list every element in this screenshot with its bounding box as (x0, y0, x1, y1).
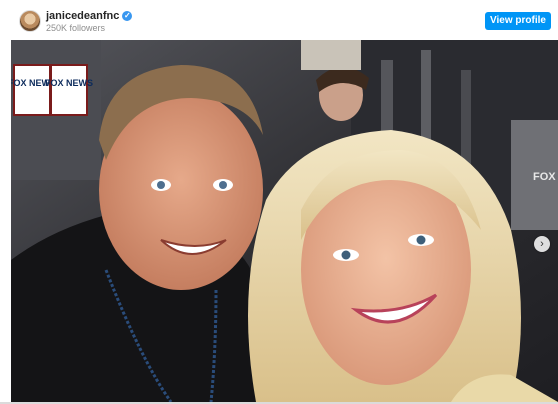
verified-badge-icon: ✓ (122, 11, 133, 21)
avatar[interactable] (19, 10, 41, 32)
username[interactable]: janicedeanfnc (46, 10, 119, 22)
fox-business-sign-text: FOX BU (533, 171, 558, 183)
fox-news-sign: FOX NEWS FOX NEWS (11, 64, 93, 116)
follower-count: 250K followers (46, 23, 106, 33)
username-row[interactable]: janicedeanfnc ✓ (46, 10, 133, 22)
chevron-right-icon[interactable]: › (534, 236, 550, 252)
selfie-image: FOX NEWS FOX NEWS FOX BU (11, 40, 558, 402)
post-header: janicedeanfnc ✓ 250K followers View prof… (0, 0, 558, 40)
view-profile-button[interactable]: View profile (485, 12, 551, 30)
post-photo[interactable]: FOX NEWS FOX NEWS FOX BU › (11, 40, 558, 402)
fox-news-sign-text: FOX NEWS (45, 78, 93, 88)
